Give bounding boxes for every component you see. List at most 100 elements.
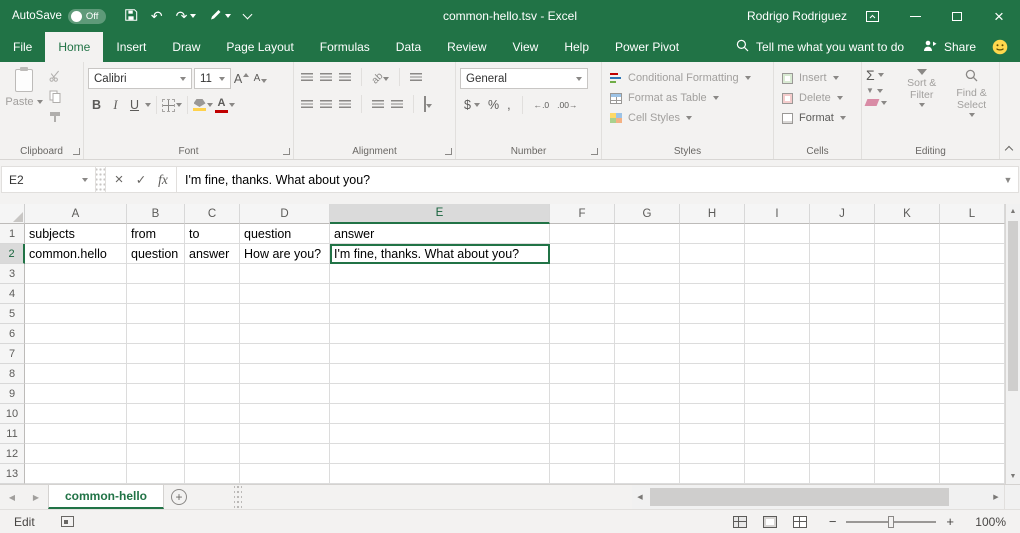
row-header-10[interactable]: 10 (0, 404, 25, 424)
zoom-level[interactable]: 100% (962, 515, 1006, 529)
cell-l7[interactable] (940, 344, 1005, 364)
cell-f9[interactable] (550, 384, 615, 404)
cell-c6[interactable] (185, 324, 240, 344)
cell-c9[interactable] (185, 384, 240, 404)
cell-l10[interactable] (940, 404, 1005, 424)
row-header-11[interactable]: 11 (0, 424, 25, 444)
cell-h7[interactable] (680, 344, 745, 364)
customize-qat-chevron-icon[interactable] (243, 10, 253, 20)
cell-h4[interactable] (680, 284, 745, 304)
paste-button[interactable]: Paste (4, 69, 44, 142)
cell-b9[interactable] (127, 384, 185, 404)
cell-h1[interactable] (680, 224, 745, 244)
cell-a2[interactable]: common.hello (25, 244, 127, 264)
font-dialog-launcher-icon[interactable] (283, 148, 290, 155)
autosum-button[interactable]: Σ (866, 68, 895, 82)
cell-d6[interactable] (240, 324, 330, 344)
cell-i13[interactable] (745, 464, 810, 484)
cell-g11[interactable] (615, 424, 680, 444)
cancel-icon[interactable]: × (108, 171, 130, 188)
cell-c1[interactable]: to (185, 224, 240, 244)
cell-c2[interactable]: answer (185, 244, 240, 264)
cell-a5[interactable] (25, 304, 127, 324)
cell-l13[interactable] (940, 464, 1005, 484)
cell-styles-button[interactable]: Cell Styles (606, 108, 769, 128)
cell-d2[interactable]: How are you? (240, 244, 330, 264)
cell-b13[interactable] (127, 464, 185, 484)
row-header-7[interactable]: 7 (0, 344, 25, 364)
cell-j12[interactable] (810, 444, 875, 464)
horizontal-scroll-track[interactable] (648, 485, 988, 509)
increase-decimal-button[interactable]: ←.0 (534, 100, 550, 110)
column-header-d[interactable]: D (240, 204, 330, 224)
row-header-3[interactable]: 3 (0, 264, 25, 284)
cell-l2[interactable] (940, 244, 1005, 264)
zoom-out-button[interactable]: − (829, 514, 837, 529)
borders-button[interactable] (162, 95, 182, 115)
merge-center-button[interactable] (424, 97, 432, 111)
cell-i3[interactable] (745, 264, 810, 284)
copy-icon[interactable] (49, 90, 61, 106)
tab-bar-splitter[interactable] (234, 485, 242, 509)
cell-k13[interactable] (875, 464, 940, 484)
orientation-icon[interactable]: ab (372, 70, 389, 84)
cell-l12[interactable] (940, 444, 1005, 464)
cell-b10[interactable] (127, 404, 185, 424)
cell-d8[interactable] (240, 364, 330, 384)
decrease-indent-icon[interactable] (372, 100, 384, 109)
cell-g5[interactable] (615, 304, 680, 324)
cell-b4[interactable] (127, 284, 185, 304)
redo-dropdown-icon[interactable] (190, 14, 196, 18)
cell-e13[interactable] (330, 464, 550, 484)
cell-k6[interactable] (875, 324, 940, 344)
cell-c13[interactable] (185, 464, 240, 484)
align-center-icon[interactable] (320, 100, 332, 109)
align-right-icon[interactable] (339, 100, 351, 109)
cell-g8[interactable] (615, 364, 680, 384)
font-size-select[interactable]: 11 (194, 68, 231, 89)
column-header-b[interactable]: B (127, 204, 185, 224)
cell-a8[interactable] (25, 364, 127, 384)
column-header-g[interactable]: G (615, 204, 680, 224)
increase-indent-icon[interactable] (391, 100, 403, 109)
cell-b8[interactable] (127, 364, 185, 384)
bold-button[interactable]: B (88, 95, 105, 115)
formula-bar-splitter[interactable] (96, 167, 106, 192)
tab-insert[interactable]: Insert (103, 32, 159, 62)
cell-l4[interactable] (940, 284, 1005, 304)
cell-b11[interactable] (127, 424, 185, 444)
cell-e5[interactable] (330, 304, 550, 324)
cell-j5[interactable] (810, 304, 875, 324)
cell-k5[interactable] (875, 304, 940, 324)
sheet-nav-left-icon[interactable]: ◀ (0, 485, 24, 509)
tab-data[interactable]: Data (383, 32, 434, 62)
column-header-e[interactable]: E (330, 204, 550, 224)
cell-k11[interactable] (875, 424, 940, 444)
cell-a11[interactable] (25, 424, 127, 444)
cell-k10[interactable] (875, 404, 940, 424)
cell-h5[interactable] (680, 304, 745, 324)
cell-i9[interactable] (745, 384, 810, 404)
insert-function-icon[interactable]: fx (152, 172, 174, 188)
conditional-formatting-button[interactable]: Conditional Formatting (606, 68, 769, 88)
cell-e8[interactable] (330, 364, 550, 384)
collapse-ribbon-button[interactable] (1005, 145, 1013, 153)
tab-view[interactable]: View (500, 32, 552, 62)
cell-k4[interactable] (875, 284, 940, 304)
macro-record-icon[interactable] (61, 516, 74, 527)
decrease-font-size-button[interactable]: A (252, 69, 269, 89)
select-all-corner[interactable] (0, 204, 25, 224)
sheet-nav-right-icon[interactable]: ▶ (24, 485, 48, 509)
autosave-pill[interactable]: Off (68, 9, 106, 24)
cell-g10[interactable] (615, 404, 680, 424)
feedback-smiley-icon[interactable] (992, 32, 1008, 62)
cell-a1[interactable]: subjects (25, 224, 127, 244)
cell-k1[interactable] (875, 224, 940, 244)
cell-j8[interactable] (810, 364, 875, 384)
cell-f11[interactable] (550, 424, 615, 444)
cell-f13[interactable] (550, 464, 615, 484)
cell-c5[interactable] (185, 304, 240, 324)
cell-g2[interactable] (615, 244, 680, 264)
underline-dropdown-icon[interactable] (145, 103, 151, 107)
cell-f6[interactable] (550, 324, 615, 344)
